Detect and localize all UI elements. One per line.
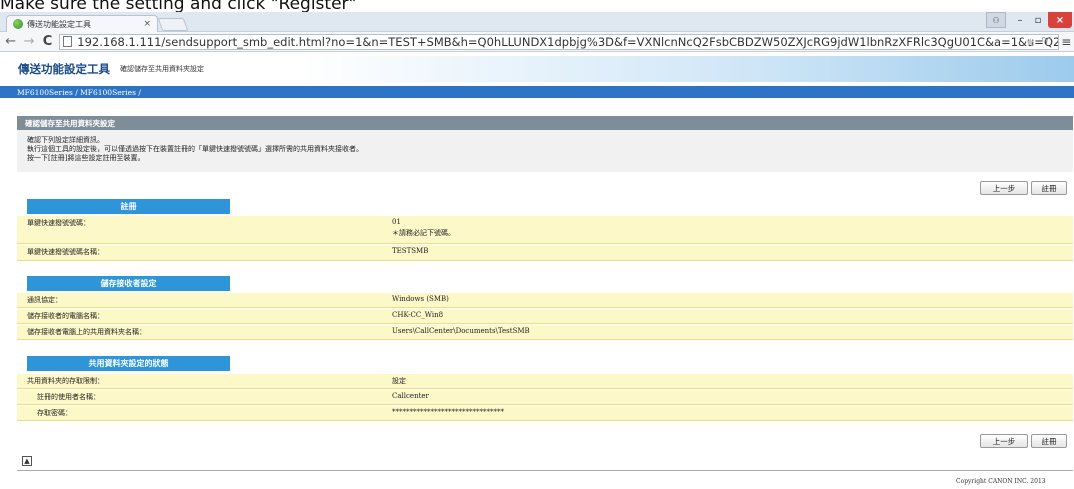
maximize-button[interactable]: ▫ — [1030, 12, 1046, 28]
row-label: 單鍵快速撥號號碼： — [27, 219, 90, 227]
panel-line: 執行這個工具的設定後，可以僅透過按下在裝置註冊的「單鍵快速撥號號碼」選擇所需的共… — [27, 145, 363, 153]
browser-titlebar: 傳送功能設定工具 × ⚇ – ▫ × — [0, 12, 1074, 32]
row-label: 共用資料夾的存取限制： — [27, 377, 104, 385]
row-label: 單鍵快速撥號號碼名稱： — [27, 248, 104, 256]
address-url[interactable]: 192.168.1.111/sendsupport_smb_edit.html?… — [77, 35, 1057, 49]
breadcrumb-bar: MF6100Series / MF6100Series / — [0, 86, 1074, 98]
row-label: 儲存接收者電腦上的共用資料夾名稱： — [27, 328, 146, 336]
breadcrumb: MF6100Series / MF6100Series / — [17, 87, 141, 97]
scroll-to-top-icon[interactable]: ▲ — [22, 456, 32, 466]
panel-line: 按一下[註冊]將這些設定註冊至裝置。 — [27, 154, 145, 162]
table-row: 儲存接收者電腦上的共用資料夾名稱： Users\CallCenter\Docum… — [17, 325, 1073, 340]
table-row: 儲存接收者的電腦名稱： CHK-CC_Win8 — [17, 309, 1073, 324]
table-row: 存取密碼： ******************************** — [17, 406, 1073, 421]
table-row: 共用資料夾的存取限制： 設定 — [17, 374, 1073, 389]
row-label: 通訊協定： — [27, 296, 62, 304]
back-button[interactable]: 上一步 — [980, 434, 1028, 448]
app-title: 傳送功能設定工具 — [18, 62, 110, 76]
table-row: 註冊的使用者名稱： Callcenter — [17, 390, 1073, 405]
row-value: 設定 — [392, 377, 406, 385]
table-row: 單鍵快速撥號號碼： 01 ＊請務必記下號碼。 — [17, 216, 1073, 244]
user-profile-icon[interactable]: ⚇ — [986, 12, 1006, 28]
close-window-button[interactable]: × — [1048, 12, 1072, 28]
extension-icon[interactable]: ♈ — [1042, 35, 1052, 48]
row-value: 01 — [392, 218, 401, 226]
register-button[interactable]: 註冊 — [1031, 434, 1067, 448]
register-button[interactable]: 註冊 — [1031, 181, 1067, 195]
row-label: 註冊的使用者名稱： — [37, 393, 100, 401]
canon-favicon-icon — [13, 19, 23, 29]
row-label: 儲存接收者的電腦名稱： — [27, 312, 104, 320]
table-row: 通訊協定： Windows (SMB) — [17, 293, 1073, 308]
panel-description: 確認下列設定詳細資訊。 執行這個工具的設定後，可以僅透過按下在裝置註冊的「單鍵快… — [17, 130, 1073, 172]
section-label-registration: 註冊 — [27, 199, 230, 214]
minimize-button[interactable]: – — [1012, 12, 1028, 28]
row-label: 存取密碼： — [37, 409, 72, 417]
back-arrow-icon[interactable]: ← — [3, 34, 18, 50]
row-value: ******************************** — [392, 408, 504, 416]
tab-close-icon[interactable]: × — [143, 19, 151, 29]
footer-divider — [17, 470, 1073, 471]
browser-toolbar: ← → C 192.168.1.111/sendsupport_smb_edit… — [0, 32, 1074, 52]
address-bar[interactable]: 192.168.1.111/sendsupport_smb_edit.html?… — [59, 33, 1059, 50]
row-value: Users\CallCenter\Documents\TestSMB — [392, 327, 530, 335]
forward-arrow-icon[interactable]: → — [21, 34, 36, 50]
browser-tab[interactable]: 傳送功能設定工具 × — [6, 15, 158, 32]
panel-line: 確認下列設定詳細資訊。 — [27, 136, 104, 144]
tab-title: 傳送功能設定工具 — [27, 19, 91, 29]
table-row: 單鍵快速撥號號碼名稱： TESTSMB — [17, 245, 1073, 261]
reload-icon[interactable]: C — [40, 34, 55, 50]
row-note: ＊請務必記下號碼。 — [392, 229, 455, 237]
back-button[interactable]: 上一步 — [980, 181, 1028, 195]
row-value: Callcenter — [392, 392, 429, 400]
copyright: Copyright CANON INC. 2013 — [956, 478, 1046, 485]
new-tab-button[interactable] — [157, 18, 189, 31]
panel-title: 確認儲存至共用資料夾設定 — [17, 116, 1073, 130]
browser-menu-icon[interactable]: ≡ — [1059, 34, 1074, 50]
row-value: CHK-CC_Win8 — [392, 311, 444, 319]
row-value: TESTSMB — [392, 247, 429, 255]
instruction-caption: Make sure the setting and click "Registe… — [0, 0, 357, 14]
page-icon — [63, 36, 73, 47]
app-header: 傳送功能設定工具 確認儲存至共用資料夾設定 — [0, 56, 1074, 82]
bookmark-star-icon[interactable]: ★ — [1025, 35, 1036, 49]
app-subtitle: 確認儲存至共用資料夾設定 — [120, 65, 204, 73]
section-label-status: 共用資料夾設定的狀態 — [27, 356, 230, 371]
section-label-receiver: 儲存接收者設定 — [27, 276, 230, 291]
row-value: Windows (SMB) — [392, 295, 449, 303]
